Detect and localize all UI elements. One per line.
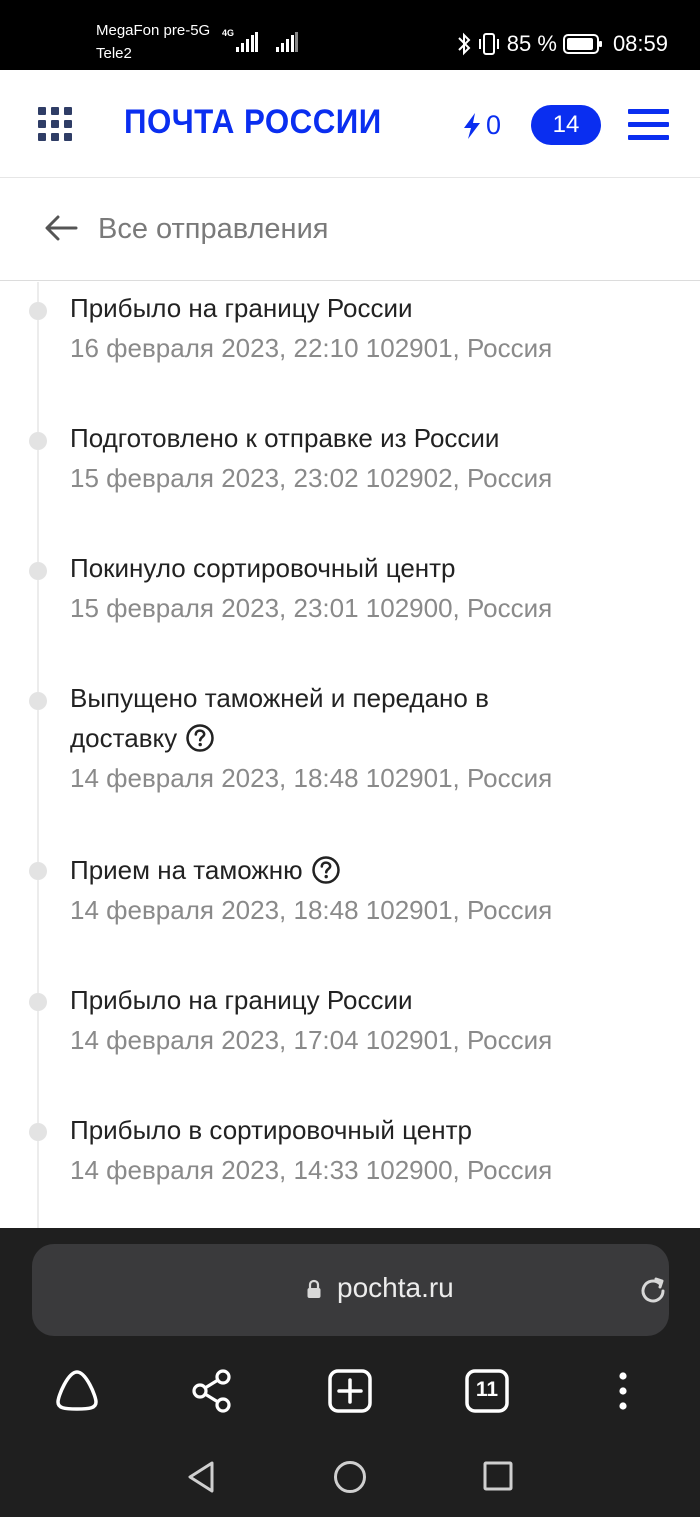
nav-home-icon[interactable] — [333, 1460, 367, 1494]
url-text[interactable]: pochta.ru — [337, 1272, 454, 1304]
help-icon[interactable] — [185, 723, 215, 753]
timeline-event: Покинуло сортировочный центр 15 февраля … — [70, 548, 680, 628]
bonus-count: 0 — [486, 110, 502, 140]
menu-icon[interactable] — [628, 109, 669, 141]
event-title-line2: доставку — [70, 718, 680, 758]
timeline-dot — [29, 993, 47, 1011]
battery-percent: 85 % — [506, 31, 557, 56]
event-meta: 14 февраля 2023, 17:04 102901, Россия — [70, 1025, 553, 1055]
tracking-timeline: Прибыло на границу России 16 февраля 202… — [0, 282, 700, 1228]
share-icon[interactable] — [189, 1368, 235, 1414]
breadcrumb: Все отправления — [0, 179, 700, 281]
event-title: Прибыло на границу России — [70, 293, 413, 323]
signal-icon-secondary — [276, 32, 298, 52]
carrier-primary: MegaFon pre-5G — [96, 22, 211, 39]
site-logo[interactable]: ПОЧТА РОССИИ — [124, 103, 382, 142]
timeline-dot — [29, 432, 47, 450]
bluetooth-icon — [458, 32, 471, 56]
vibrate-icon — [478, 33, 499, 55]
shipments-badge[interactable]: 14 — [531, 105, 601, 145]
event-title-row: Прием на таможню — [70, 850, 680, 890]
event-meta: 14 февраля 2023, 18:48 102901, Россия — [70, 895, 553, 925]
address-bar[interactable]: pochta.ru — [32, 1244, 669, 1336]
reload-icon[interactable] — [637, 1275, 669, 1307]
timeline-event: Прибыло в сортировочный центр 14 февраля… — [70, 1110, 680, 1190]
timeline-line — [37, 282, 39, 1228]
event-title: Подготовлено к отправке из России — [70, 423, 500, 453]
bonus-counter[interactable]: 0 — [462, 110, 501, 141]
battery-icon — [562, 34, 602, 54]
timeline-event: Прием на таможню 14 февраля 2023, 18:48 … — [70, 850, 680, 930]
timeline-event: Прибыло на границу России 16 февраля 202… — [70, 288, 680, 368]
event-title: Покинуло сортировочный центр — [70, 553, 456, 583]
timeline-dot — [29, 862, 47, 880]
timeline-dot — [29, 1123, 47, 1141]
back-arrow-icon[interactable] — [44, 215, 78, 241]
event-meta: 14 февраля 2023, 14:33 102900, Россия — [70, 1155, 553, 1185]
status-bar: MegaFon pre-5G Tele2 4G 85 % 08:59 — [0, 0, 700, 70]
event-meta: 16 февраля 2023, 22:10 102901, Россия — [70, 333, 553, 363]
tab-count: 11 — [475, 1378, 499, 1401]
new-tab-icon[interactable] — [327, 1368, 373, 1414]
signal-icon — [236, 32, 258, 52]
lock-icon — [307, 1279, 321, 1298]
lightning-icon — [464, 112, 480, 139]
more-icon[interactable] — [613, 1368, 633, 1414]
event-title-text: доставку — [70, 723, 178, 753]
event-title: Прием на таможню — [70, 855, 303, 885]
back-link[interactable]: Все отправления — [98, 213, 328, 246]
clock: 08:59 — [612, 31, 668, 56]
apps-grid-icon[interactable] — [38, 107, 72, 141]
help-icon[interactable] — [311, 855, 341, 885]
event-meta: 15 февраля 2023, 23:02 102902, Россия — [70, 463, 553, 493]
nav-back-icon[interactable] — [186, 1460, 216, 1494]
tabs-button[interactable]: 11 — [464, 1368, 510, 1414]
timeline-dot — [29, 302, 47, 320]
timeline-dot — [29, 562, 47, 580]
network-type-label: 4G — [222, 28, 235, 38]
home-icon[interactable] — [54, 1368, 100, 1412]
carrier-secondary: Tele2 — [96, 45, 132, 62]
event-title: Прибыло в сортировочный центр — [70, 1115, 472, 1145]
event-title-line1: Выпущено таможней и передано в — [70, 683, 489, 713]
timeline-event: Подготовлено к отправке из России 15 фев… — [70, 418, 680, 498]
event-meta: 15 февраля 2023, 23:01 102900, Россия — [70, 593, 553, 623]
event-meta: 14 февраля 2023, 18:48 102901, Россия — [70, 763, 553, 793]
event-title: Прибыло на границу России — [70, 985, 413, 1015]
timeline-dot — [29, 692, 47, 710]
nav-recents-icon[interactable] — [483, 1460, 513, 1494]
timeline-event: Прибыло на границу России 14 февраля 202… — [70, 980, 680, 1060]
timeline-event: Выпущено таможней и передано в доставку … — [70, 678, 680, 798]
site-header: ПОЧТА РОССИИ 0 14 — [0, 70, 700, 178]
browser-bottom-bar: pochta.ru 11 — [0, 1228, 700, 1517]
